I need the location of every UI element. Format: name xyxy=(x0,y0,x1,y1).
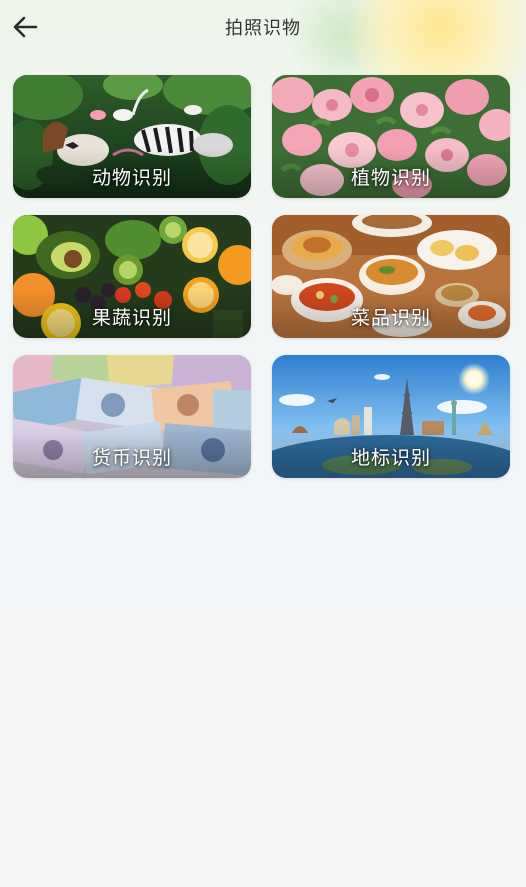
category-grid: 动物识别 植物识别 果蔬识别 菜品识别 货币识别 地标识别 xyxy=(13,75,510,478)
card-dish-recognition[interactable]: 菜品识别 xyxy=(272,215,510,338)
card-label: 植物识别 xyxy=(350,167,431,189)
card-label: 菜品识别 xyxy=(350,307,431,329)
card-label: 地标识别 xyxy=(350,447,431,469)
card-label: 果蔬识别 xyxy=(91,307,172,329)
top-bar: 拍照识物 xyxy=(0,0,526,54)
card-plant-recognition[interactable]: 植物识别 xyxy=(272,75,510,198)
card-produce-recognition[interactable]: 果蔬识别 xyxy=(13,215,251,338)
card-label: 货币识别 xyxy=(91,447,172,469)
card-label: 动物识别 xyxy=(91,167,172,189)
page-title: 拍照识物 xyxy=(225,18,301,39)
card-animal-recognition[interactable]: 动物识别 xyxy=(13,75,251,198)
card-currency-recognition[interactable]: 货币识别 xyxy=(13,355,251,478)
card-landmark-recognition[interactable]: 地标识别 xyxy=(272,355,510,478)
